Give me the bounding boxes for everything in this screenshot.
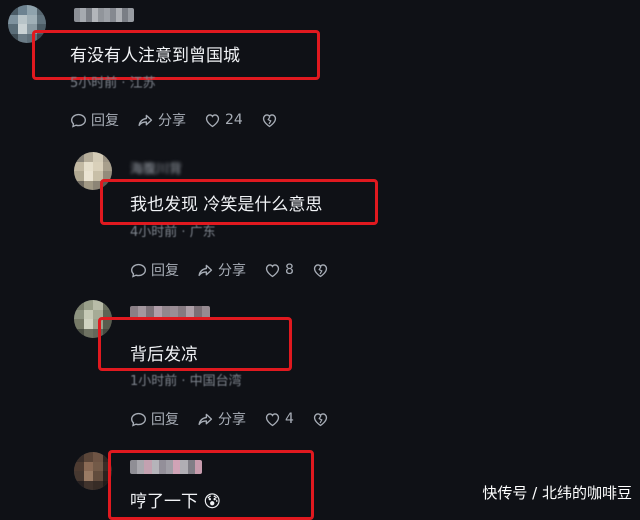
highlight-box xyxy=(108,450,314,520)
dislike-button[interactable] xyxy=(312,262,333,279)
comment-meta: 1小时前 · 中国台湾 xyxy=(130,374,242,389)
reply-icon xyxy=(71,113,86,128)
comment-actions: 回复 分享 4 xyxy=(130,409,351,429)
like-button[interactable]: 8 xyxy=(264,262,294,279)
share-icon xyxy=(198,264,213,276)
avatar[interactable] xyxy=(74,452,112,490)
share-label: 分享 xyxy=(218,263,246,279)
comment-meta: 5小时前 · 江苏 xyxy=(70,76,156,91)
dislike-icon xyxy=(313,263,328,277)
share-button[interactable]: 分享 xyxy=(197,260,246,280)
like-button[interactable]: 24 xyxy=(204,112,243,129)
reply-icon xyxy=(131,263,146,278)
comment-meta: 4小时前 · 广东 xyxy=(130,225,216,240)
watermark: 快传号 / 北纬的咖啡豆 xyxy=(482,484,632,502)
reply-label: 回复 xyxy=(151,412,179,428)
dislike-icon xyxy=(262,113,276,127)
reply-label: 回复 xyxy=(151,263,179,279)
dislike-button[interactable] xyxy=(261,112,282,129)
like-count: 8 xyxy=(285,262,294,278)
share-label: 分享 xyxy=(218,412,246,428)
dislike-button[interactable] xyxy=(312,411,333,428)
dislike-icon xyxy=(313,412,328,426)
comment-1: 有没有人注意到曾国城 5小时前 · 江苏 回复 分享 24 xyxy=(0,0,640,140)
share-button[interactable]: 分享 xyxy=(197,409,246,429)
comment-actions: 回复 分享 8 xyxy=(130,260,351,280)
highlight-box xyxy=(98,317,292,371)
heart-icon xyxy=(265,263,280,277)
share-icon xyxy=(138,114,153,126)
share-icon xyxy=(198,413,213,425)
comment-3: 背后发凉 1小时前 · 中国台湾 回复 分享 4 xyxy=(0,290,640,440)
share-button[interactable]: 分享 xyxy=(137,110,186,130)
comment-actions: 回复 分享 24 xyxy=(70,110,300,130)
reply-icon xyxy=(131,412,146,427)
username-redacted[interactable] xyxy=(74,8,134,22)
heart-icon xyxy=(205,113,220,127)
reply-button[interactable]: 回复 xyxy=(130,260,179,280)
like-count: 24 xyxy=(225,112,243,128)
comment-username[interactable]: 海腹川背 xyxy=(130,158,182,177)
like-count: 4 xyxy=(285,411,294,427)
like-button[interactable]: 4 xyxy=(264,411,294,428)
heart-icon xyxy=(265,412,280,426)
comment-2: 海腹川背 我也发现 冷笑是什么意思 4小时前 · 广东 回复 分享 8 xyxy=(0,140,640,290)
reply-button[interactable]: 回复 xyxy=(70,110,119,130)
share-label: 分享 xyxy=(158,113,186,129)
reply-button[interactable]: 回复 xyxy=(130,409,179,429)
highlight-box xyxy=(100,179,378,225)
reply-label: 回复 xyxy=(91,113,119,129)
